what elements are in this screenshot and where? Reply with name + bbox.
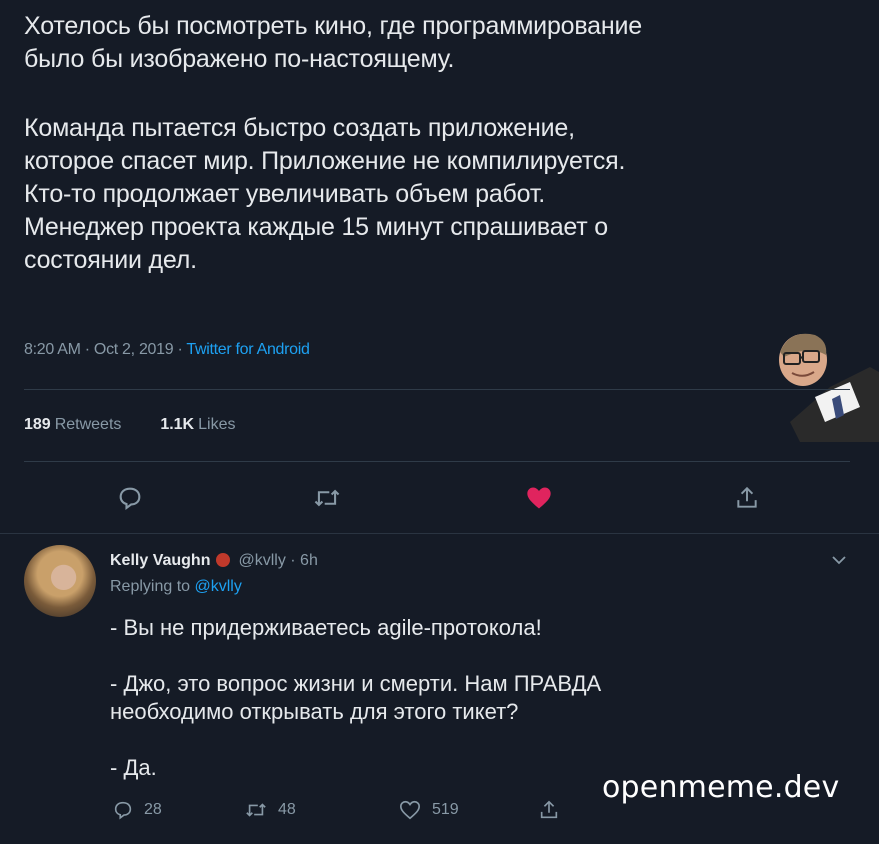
tweet-line: которое спасет мир. Приложение не компил… [24, 147, 626, 175]
tweet-source-link[interactable]: Twitter for Android [186, 341, 310, 358]
heart-icon [527, 487, 551, 509]
badge-icon [216, 553, 231, 567]
reply-reply-button[interactable]: 28 [112, 799, 162, 821]
share-icon [737, 486, 757, 508]
reply-icon [119, 487, 141, 511]
reply-line: - Вы не придерживаетесь agile-протокола! [110, 615, 542, 640]
reply-line: - Джо, это вопрос жизни и смерти. Нам ПР… [110, 671, 602, 696]
retweet-button[interactable] [311, 482, 343, 514]
share-icon [540, 800, 558, 819]
tweet-line: Кто-то продолжает увеличивать объем рабо… [24, 180, 546, 208]
reply-button[interactable] [114, 482, 146, 514]
divider [0, 533, 879, 534]
tweet-line: было бы изображено по-настоящему. [24, 45, 455, 73]
divider [24, 389, 850, 390]
replying-to-link[interactable]: @kvlly [195, 578, 242, 595]
reply-header: Kelly Vaughn @kvlly · 6h [110, 552, 850, 570]
share-button[interactable] [731, 482, 763, 514]
reply-icon [114, 801, 132, 820]
reply-line: необходимо открывать для этого тикет? [110, 699, 519, 724]
reply-text: - Вы не придерживаетесь agile-протокола!… [110, 614, 850, 782]
reply-share-button[interactable] [538, 799, 560, 821]
reply-count: 28 [144, 801, 162, 818]
reply-retweet-button[interactable]: 48 [244, 799, 296, 821]
reply-tweet: Kelly Vaughn @kvlly · 6h Replying to @kvl… [110, 552, 850, 782]
reply-like-button[interactable]: 519 [398, 799, 459, 821]
heart-outline-icon [400, 800, 420, 820]
avatar[interactable] [24, 545, 96, 617]
retweet-icon [314, 489, 340, 507]
tweet-timestamp[interactable]: 8:20 AM · Oct 2, 2019 · [24, 341, 186, 358]
like-count: 519 [432, 801, 459, 818]
tweet-text: Хотелось бы посмотреть кино, где програм… [24, 10, 844, 277]
tweet-line: Менеджер проекта каждые 15 минут спрашив… [24, 213, 608, 241]
likes-stat[interactable]: 1.1K Likes [160, 416, 235, 433]
retweet-count: 48 [278, 801, 296, 818]
replying-to: Replying to @kvlly [110, 578, 242, 595]
reply-handle-time[interactable]: @kvlly · 6h [238, 552, 317, 569]
tweet-meta: 8:20 AM · Oct 2, 2019 · Twitter for Andr… [24, 341, 310, 359]
tweet-line: Хотелось бы посмотреть кино, где програм… [24, 12, 642, 40]
reply-author-name[interactable]: Kelly Vaughn [110, 552, 210, 569]
retweet-icon [246, 803, 266, 817]
tweet-line: состоянии дел. [24, 246, 197, 274]
retweets-stat[interactable]: 189 Retweets [24, 416, 121, 433]
bill-gates-sticker [779, 333, 879, 442]
tweet-stats: 189 Retweets 1.1K Likes [24, 416, 235, 434]
like-button[interactable] [523, 482, 555, 514]
tweet-line: Команда пытается быстро создать приложен… [24, 114, 575, 142]
divider [24, 461, 850, 462]
watermark: openmeme.dev [602, 770, 840, 805]
